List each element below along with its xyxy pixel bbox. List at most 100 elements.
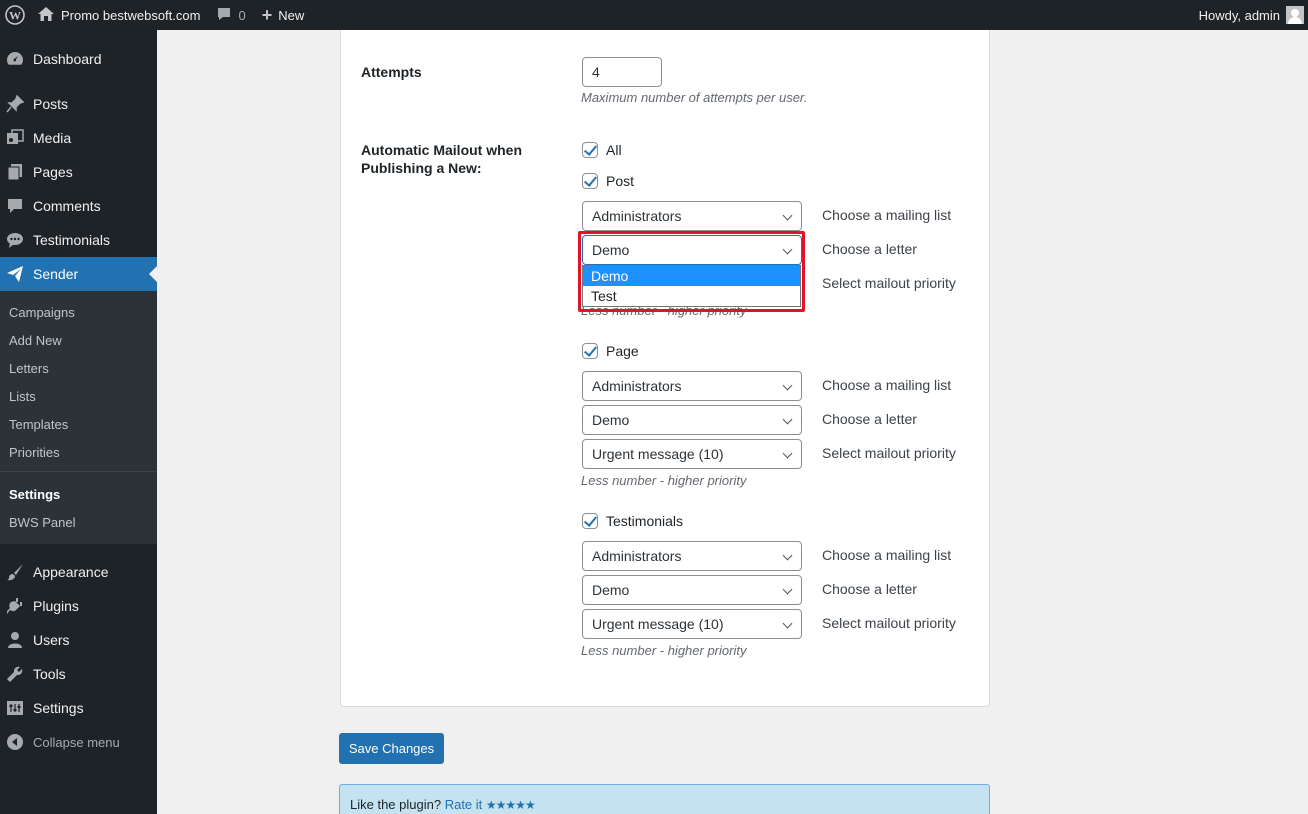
site-name-link[interactable]: Promo bestwebsoft.com <box>29 0 208 30</box>
admin-sidebar: Dashboard Posts Media Pages Comments Tes… <box>0 30 157 814</box>
menu-plugins[interactable]: Plugins <box>0 589 157 623</box>
collapse-label: Collapse menu <box>33 734 120 750</box>
sender-submenu: Campaigns Add New Letters Lists Template… <box>0 291 157 544</box>
submenu-lists[interactable]: Lists <box>9 389 36 404</box>
testimonials-priority-select[interactable]: Urgent message (10) <box>582 609 802 639</box>
submenu-letters[interactable]: Letters <box>9 361 49 376</box>
plus-icon: + <box>261 4 273 25</box>
admin-bar: W Promo bestwebsoft.com 0 + New Howdy, a… <box>0 0 1308 30</box>
settings-icon <box>5 698 25 718</box>
star-rating-icon[interactable]: ★★★★★ <box>486 798 536 812</box>
menu-appearance[interactable]: Appearance <box>0 555 157 589</box>
new-content-link[interactable]: + New <box>254 0 313 30</box>
my-account-link[interactable]: Howdy, admin <box>1191 0 1308 30</box>
menu-media[interactable]: Media <box>0 121 157 155</box>
menu-posts[interactable]: Posts <box>0 87 157 121</box>
menu-label: Sender <box>33 266 79 282</box>
select-priority-label: Select mailout priority <box>822 615 956 631</box>
menu-testimonials[interactable]: Testimonials <box>0 223 157 257</box>
testimonials-letter-select[interactable]: Demo <box>582 575 802 605</box>
wordpress-logo-icon[interactable]: W <box>1 0 29 30</box>
menu-label: Users <box>33 632 70 648</box>
select-value: Administrators <box>592 208 682 224</box>
mailout-label-line2: Publishing a New: <box>361 160 482 176</box>
select-priority-label: Select mailout priority <box>822 445 956 461</box>
site-name: Promo bestwebsoft.com <box>61 7 201 23</box>
priority-description: Less number - higher priority <box>581 643 747 658</box>
collapse-menu-button[interactable]: Collapse menu <box>0 725 157 759</box>
choose-letter-label: Choose a letter <box>822 241 917 257</box>
wrench-icon <box>5 664 25 684</box>
user-icon <box>5 630 25 650</box>
new-label: New <box>278 7 305 23</box>
priority-description: Less number - higher priority <box>581 473 747 488</box>
menu-label: Media <box>33 130 72 146</box>
paper-plane-icon <box>5 264 25 284</box>
choose-letter-label: Choose a letter <box>822 411 917 427</box>
menu-label: Tools <box>33 666 66 682</box>
menu-sender[interactable]: Sender <box>0 257 157 291</box>
menu-label: Pages <box>33 164 73 180</box>
page-mailing-list-select[interactable]: Administrators <box>582 371 802 401</box>
menu-settings[interactable]: Settings <box>0 691 157 725</box>
menu-label: Appearance <box>33 564 109 580</box>
brush-icon <box>5 562 25 582</box>
attempts-input[interactable]: 4 <box>582 57 662 87</box>
checkbox-label: Testimonials <box>606 513 684 529</box>
chevron-down-icon <box>782 550 793 561</box>
checkbox-all[interactable]: All <box>582 142 622 158</box>
comment-icon <box>216 6 232 25</box>
post-mailing-list-select[interactable]: Administrators <box>582 201 802 231</box>
page-letter-select[interactable]: Demo <box>582 405 802 435</box>
checkbox-checked-icon <box>582 513 598 529</box>
dropdown-option-demo[interactable]: Demo <box>583 266 800 286</box>
checkbox-label: All <box>606 142 622 158</box>
testimonials-mailing-list-select[interactable]: Administrators <box>582 541 802 571</box>
checkbox-page[interactable]: Page <box>582 343 639 359</box>
rate-text: Like the plugin? <box>350 797 442 812</box>
menu-dashboard[interactable]: Dashboard <box>0 42 157 76</box>
save-changes-button[interactable]: Save Changes <box>339 733 444 764</box>
comments-count: 0 <box>238 7 246 23</box>
menu-users[interactable]: Users <box>0 623 157 657</box>
menu-label: Testimonials <box>33 232 111 248</box>
rate-link[interactable]: Rate it <box>445 797 483 812</box>
select-value: Urgent message (10) <box>592 616 724 632</box>
chat-icon <box>5 230 25 250</box>
menu-tools[interactable]: Tools <box>0 657 157 691</box>
select-value: Demo <box>592 412 630 428</box>
comments-link[interactable]: 0 <box>208 0 253 30</box>
menu-label: Plugins <box>33 598 79 614</box>
menu-label: Dashboard <box>33 51 102 67</box>
dropdown-option-test[interactable]: Test <box>583 286 800 306</box>
checkbox-post[interactable]: Post <box>582 173 634 189</box>
submenu-divider <box>0 471 157 472</box>
checkbox-checked-icon <box>582 173 598 189</box>
collapse-icon <box>5 732 25 752</box>
chevron-down-icon <box>782 618 793 629</box>
choose-mailing-list-label: Choose a mailing list <box>822 207 952 223</box>
page-priority-select[interactable]: Urgent message (10) <box>582 439 802 469</box>
attempts-description: Maximum number of attempts per user. <box>581 90 808 105</box>
dashboard-icon <box>5 49 25 69</box>
checkbox-testimonials[interactable]: Testimonials <box>582 513 683 529</box>
submenu-campaigns[interactable]: Campaigns <box>9 305 75 320</box>
mailout-label-line1: Automatic Mailout when <box>361 142 522 158</box>
submenu-priorities[interactable]: Priorities <box>9 445 60 460</box>
submenu-templates[interactable]: Templates <box>9 417 68 432</box>
checkbox-label: Post <box>606 173 635 189</box>
select-value: Urgent message (10) <box>592 446 724 462</box>
chevron-down-icon <box>782 414 793 425</box>
menu-label: Settings <box>33 700 84 716</box>
menu-label: Comments <box>33 198 101 214</box>
menu-comments[interactable]: Comments <box>0 189 157 223</box>
select-priority-label: Select mailout priority <box>822 275 956 291</box>
home-icon <box>37 6 55 25</box>
submenu-settings[interactable]: Settings <box>9 487 60 502</box>
menu-pages[interactable]: Pages <box>0 155 157 189</box>
pin-icon <box>5 94 25 114</box>
rate-plugin-notice: Like the plugin? Rate it ★★★★★ <box>339 784 990 814</box>
submenu-add-new[interactable]: Add New <box>9 333 62 348</box>
choose-mailing-list-label: Choose a mailing list <box>822 547 952 563</box>
submenu-bws-panel[interactable]: BWS Panel <box>9 515 75 530</box>
